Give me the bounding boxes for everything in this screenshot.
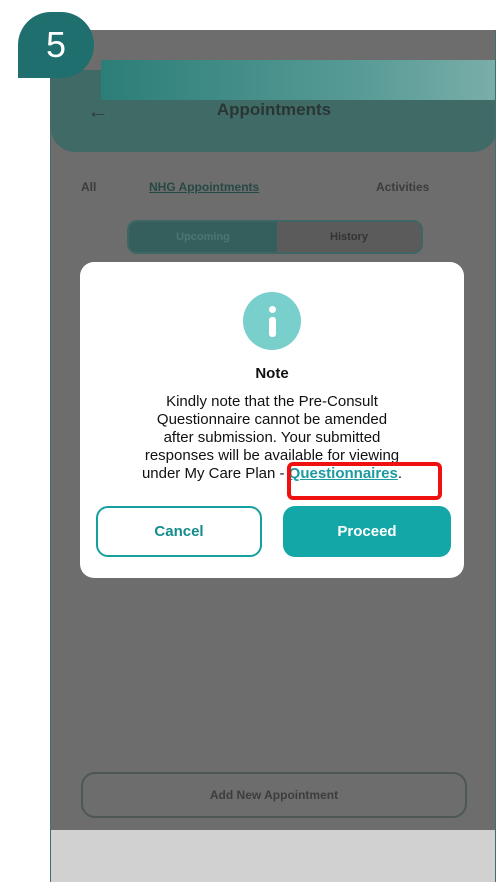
- dialog-message-prefix: under My Care Plan -: [141, 465, 289, 482]
- status-bar: [101, 60, 495, 100]
- bottom-bar: [51, 830, 495, 882]
- screenshot-stage: 5 ← Appointments All NHG Appointments Ac…: [0, 0, 500, 882]
- dialog-message-suffix: .: [397, 465, 403, 482]
- dialog-message: Kindly note that the Pre-Consult Questio…: [100, 393, 444, 483]
- note-dialog: Note Kindly note that the Pre-Consult Qu…: [80, 262, 464, 578]
- appointment-tabs: All NHG Appointments Activities: [51, 180, 495, 204]
- dialog-message-line-4: responses will be available for viewing: [144, 447, 400, 464]
- appointment-segment-control: Upcoming History: [127, 220, 423, 254]
- proceed-button[interactable]: Proceed: [283, 506, 451, 557]
- dialog-message-line-1: Kindly note that the Pre-Consult: [166, 393, 378, 410]
- info-icon: [243, 292, 301, 350]
- add-new-appointment-button[interactable]: Add New Appointment: [81, 772, 467, 818]
- dialog-message-line-3: after submission. Your submitted: [163, 429, 381, 446]
- info-bar: [269, 317, 276, 337]
- tab-nhg-appointments[interactable]: NHG Appointments: [149, 180, 259, 194]
- dialog-message-line-5: under My Care Plan - Questionnaires.: [100, 465, 444, 483]
- tab-activities[interactable]: Activities: [376, 180, 429, 194]
- dialog-title: Note: [255, 365, 289, 382]
- info-dot: [269, 306, 276, 313]
- cancel-button[interactable]: Cancel: [96, 506, 262, 557]
- upcoming-segment[interactable]: Upcoming: [129, 222, 277, 252]
- step-badge: 5: [18, 12, 94, 78]
- questionnaires-link[interactable]: Questionnaires: [289, 465, 398, 482]
- page-title: Appointments: [216, 100, 332, 119]
- dialog-message-line-2: Questionnaire cannot be amended: [156, 411, 388, 428]
- history-segment[interactable]: History: [277, 222, 421, 252]
- tab-all[interactable]: All: [81, 180, 96, 194]
